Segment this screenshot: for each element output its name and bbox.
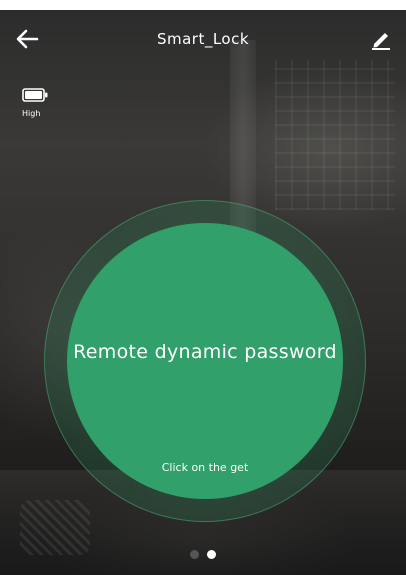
header: Smart_Lock [0, 10, 406, 70]
app-screen: Smart_Lock High Remote dynamic password … [0, 0, 406, 575]
edit-button[interactable] [366, 24, 396, 54]
get-password-hint: Click on the get [161, 461, 249, 474]
battery-icon [22, 88, 48, 102]
page-dot-1[interactable] [190, 549, 199, 559]
pencil-icon [372, 33, 390, 50]
page-dot-2[interactable] [207, 549, 216, 559]
remote-password-title: Remote dynamic password [73, 341, 337, 363]
arrow-left-icon [16, 29, 39, 49]
back-button[interactable] [12, 24, 42, 54]
page-title: Smart_Lock [156, 30, 250, 48]
status-bar [0, 0, 406, 10]
battery-status: High [22, 88, 62, 128]
background-pillow [20, 500, 90, 555]
remote-password-button[interactable]: Remote dynamic password Click on the get [67, 223, 343, 499]
battery-level-label: High [22, 109, 41, 118]
background-window [275, 60, 395, 210]
page-indicator [190, 548, 230, 560]
